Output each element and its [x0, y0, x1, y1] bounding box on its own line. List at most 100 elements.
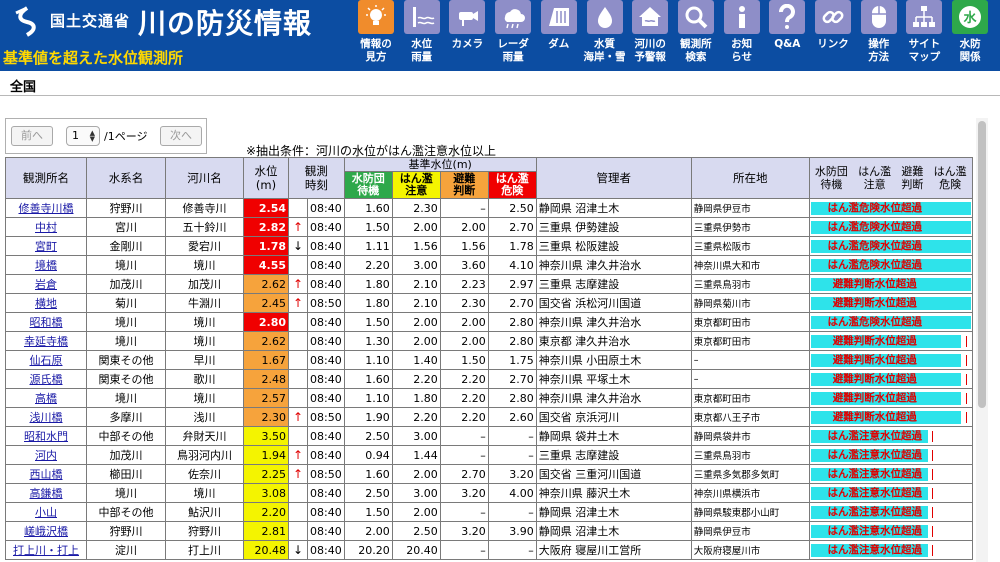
status-bar: はん濫危険水位超過: [810, 201, 971, 215]
status-text: 避難判断水位超過: [832, 391, 917, 404]
station-link[interactable]: 西山橋: [30, 468, 63, 481]
status-cell: はん濫危険水位超過: [808, 312, 973, 332]
status-scale-label: 水防団 待機: [814, 165, 848, 191]
location-cell: 静岡県伊豆市: [690, 521, 810, 541]
table-row: 仙石原 関東その他 早川 1.67 08:40 1.10 1.40 1.50 1.75 神奈川県 …: [5, 350, 973, 370]
std-standby-cell: 2.20: [343, 255, 393, 275]
std-caution-cell: 2.00: [391, 464, 441, 484]
nav-item-search[interactable]: 観測所 検索: [674, 0, 718, 71]
nav-item-dam[interactable]: ダム: [537, 0, 581, 71]
system-cell: 狩野川: [86, 521, 166, 541]
table-row: 横地 菊川 牛淵川 2.45 ↑ 08:50 1.80 2.10 2.30 2.70 国交省 浜松河…: [5, 293, 973, 313]
level-cell: 2.80: [243, 312, 289, 332]
std-caution-cell: 3.00: [391, 255, 441, 275]
site-logo[interactable]: 国土交通省 川の防災情報: [0, 0, 350, 44]
station-cell: 小山: [5, 502, 87, 522]
std-danger-cell: 1.75: [487, 350, 537, 370]
station-link[interactable]: 境橋: [35, 259, 57, 272]
station-link[interactable]: 打上川・打上: [13, 544, 79, 557]
nav-label: サイト マップ: [908, 38, 941, 63]
nav-item-sitemap[interactable]: サイト マップ: [902, 0, 946, 71]
std-danger-cell: 4.00: [487, 483, 537, 503]
system-cell: 境川: [86, 312, 166, 332]
table-row: 昭和水門 中部その他 弁財天川 3.50 08:40 2.50 3.00– – 静岡県 袋井土木…: [5, 426, 973, 446]
status-cell: 避難判断水位超過: [808, 388, 973, 408]
station-link[interactable]: 小山: [35, 506, 57, 519]
status-text: はん濫危険水位超過: [827, 258, 922, 271]
time-cell: 08:40: [307, 217, 345, 237]
station-link[interactable]: 昭和橋: [30, 316, 63, 329]
trend-arrow-icon: ↓: [288, 540, 308, 560]
station-cell: 宮町: [5, 236, 87, 256]
station-link[interactable]: 嵯峨沢橋: [24, 525, 68, 538]
status-text: 避難判断水位超過: [832, 372, 917, 385]
water-level-icon: [403, 0, 440, 34]
system-cell: 狩野川: [86, 198, 166, 218]
page-select[interactable]: 1 ▲ ▼: [66, 126, 100, 146]
std-evac-cell: –: [439, 502, 489, 522]
location-cell: 三重県鳥羽市: [690, 274, 810, 294]
station-link[interactable]: 幸延寺橋: [24, 335, 68, 348]
status-cell: はん濫注意水位超過: [808, 464, 973, 484]
station-link[interactable]: 横地: [35, 297, 57, 310]
nav-item-water-defense[interactable]: 水水防 関係: [948, 0, 992, 71]
location-cell: 静岡県駿東郡小山町: [690, 502, 810, 522]
station-link[interactable]: 修善寺川橋: [19, 202, 74, 215]
status-bar: 避難判断水位超過: [810, 372, 971, 386]
status-cell: 避難判断水位超過: [808, 274, 973, 294]
station-link[interactable]: 中村: [35, 221, 57, 234]
status-cell: はん濫危険水位超過: [808, 217, 973, 237]
nav-item-water-quality[interactable]: 水質 海岸・雪: [583, 0, 627, 71]
next-page-button[interactable]: 次へ: [160, 126, 202, 146]
nav-item-question[interactable]: Q&A: [765, 0, 809, 71]
time-cell: 08:40: [307, 483, 345, 503]
station-link[interactable]: 岩倉: [35, 278, 57, 291]
nav-label: 観測所 検索: [680, 38, 712, 63]
nav-item-lightbulb[interactable]: 情報の 見方: [354, 0, 398, 71]
prev-page-button[interactable]: 前へ: [11, 126, 53, 146]
station-link[interactable]: 高鎌橋: [30, 487, 63, 500]
level-cell: 2.82: [243, 217, 289, 237]
status-cell: はん濫注意水位超過: [808, 426, 973, 446]
river-cell: 弁財天川: [165, 426, 244, 446]
std-caution-cell: 2.00: [391, 217, 441, 237]
col-std-evac: 避難 判断: [439, 171, 489, 199]
station-link[interactable]: 昭和水門: [24, 430, 68, 443]
col-std-danger-label: はん濫 危険: [495, 172, 529, 197]
river-cell: 牛淵川: [165, 293, 244, 313]
std-standby-cell: 1.10: [343, 388, 393, 408]
status-cell: はん濫危険水位超過: [808, 255, 973, 275]
std-caution-cell: 2.50: [391, 521, 441, 541]
std-evac-cell: –: [439, 426, 489, 446]
manager-cell: 東京都 津久井治水: [535, 331, 692, 351]
station-link[interactable]: 源氏橋: [30, 373, 63, 386]
std-standby-cell: 1.30: [343, 331, 393, 351]
nav-item-camera[interactable]: カメラ: [445, 0, 489, 71]
time-cell: 08:40: [307, 426, 345, 446]
trend-arrow-icon: ↑: [288, 293, 308, 313]
ministry-logo-icon: [15, 6, 36, 37]
nav-item-water-level[interactable]: 水位 雨量: [400, 0, 444, 71]
manager-cell: 国交省 浜松河川国道: [535, 293, 692, 313]
station-link[interactable]: 仙石原: [30, 354, 63, 367]
level-cell: 2.20: [243, 502, 289, 522]
std-caution-cell: 2.10: [391, 293, 441, 313]
nav-item-link[interactable]: リンク: [811, 0, 855, 71]
system-cell: 宮川: [86, 217, 166, 237]
station-link[interactable]: 宮町: [35, 240, 57, 253]
station-cell: 境橋: [5, 255, 87, 275]
time-cell: 08:40: [307, 236, 345, 256]
nav-item-info[interactable]: お知 らせ: [720, 0, 764, 71]
std-evac-cell: 3.60: [439, 255, 489, 275]
scrollbar-thumb[interactable]: [978, 121, 986, 408]
nav-label: 河川の 予警報: [634, 38, 666, 63]
station-link[interactable]: 浅川橋: [30, 411, 63, 424]
station-link[interactable]: 高橋: [35, 392, 57, 405]
status-bar: はん濫危険水位超過: [810, 258, 971, 272]
nav-item-radar-rain[interactable]: レーダ 雨量: [491, 0, 535, 71]
nav-item-mouse[interactable]: 操作 方法: [857, 0, 901, 71]
station-table: 観測所名 水系名 河川名 水位 (m) 観測 時刻 基準水位(m) 管理者 所在…: [5, 157, 973, 560]
nav-item-house-warning[interactable]: 河川の 予警報: [628, 0, 672, 71]
status-tick: [965, 392, 967, 404]
station-link[interactable]: 河内: [35, 449, 57, 462]
